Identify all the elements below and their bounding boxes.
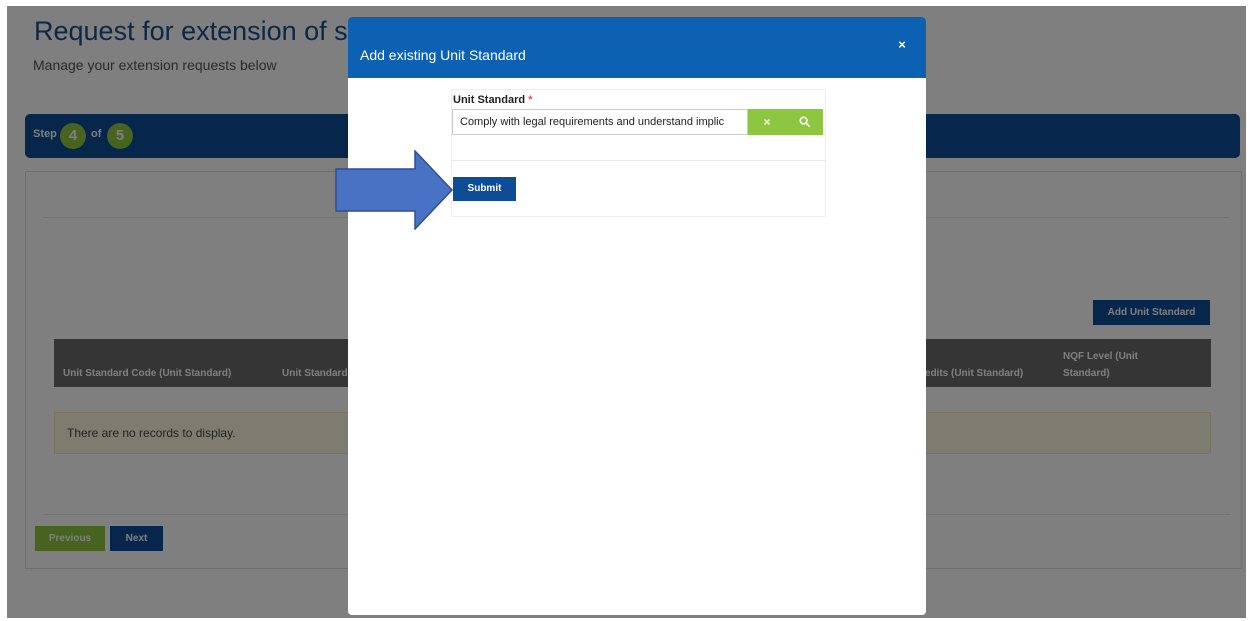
modal-title: Add existing Unit Standard: [360, 47, 526, 63]
annotation-arrow-icon: [335, 150, 453, 230]
submit-button[interactable]: Submit: [453, 177, 516, 201]
search-icon: [798, 116, 810, 127]
close-icon[interactable]: ×: [895, 38, 909, 52]
search-button[interactable]: [785, 109, 823, 135]
clear-icon: ×: [763, 115, 771, 129]
unit-standard-label-text: Unit Standard: [453, 94, 526, 106]
unit-standard-input[interactable]: [452, 109, 748, 135]
required-indicator: *: [528, 94, 533, 106]
clear-button[interactable]: ×: [748, 109, 786, 135]
unit-standard-label: Unit Standard *: [453, 94, 532, 106]
form-divider: [451, 160, 825, 161]
add-unit-standard-modal: Add existing Unit Standard × Unit Standa…: [348, 17, 926, 615]
modal-header: Add existing Unit Standard ×: [348, 17, 926, 78]
